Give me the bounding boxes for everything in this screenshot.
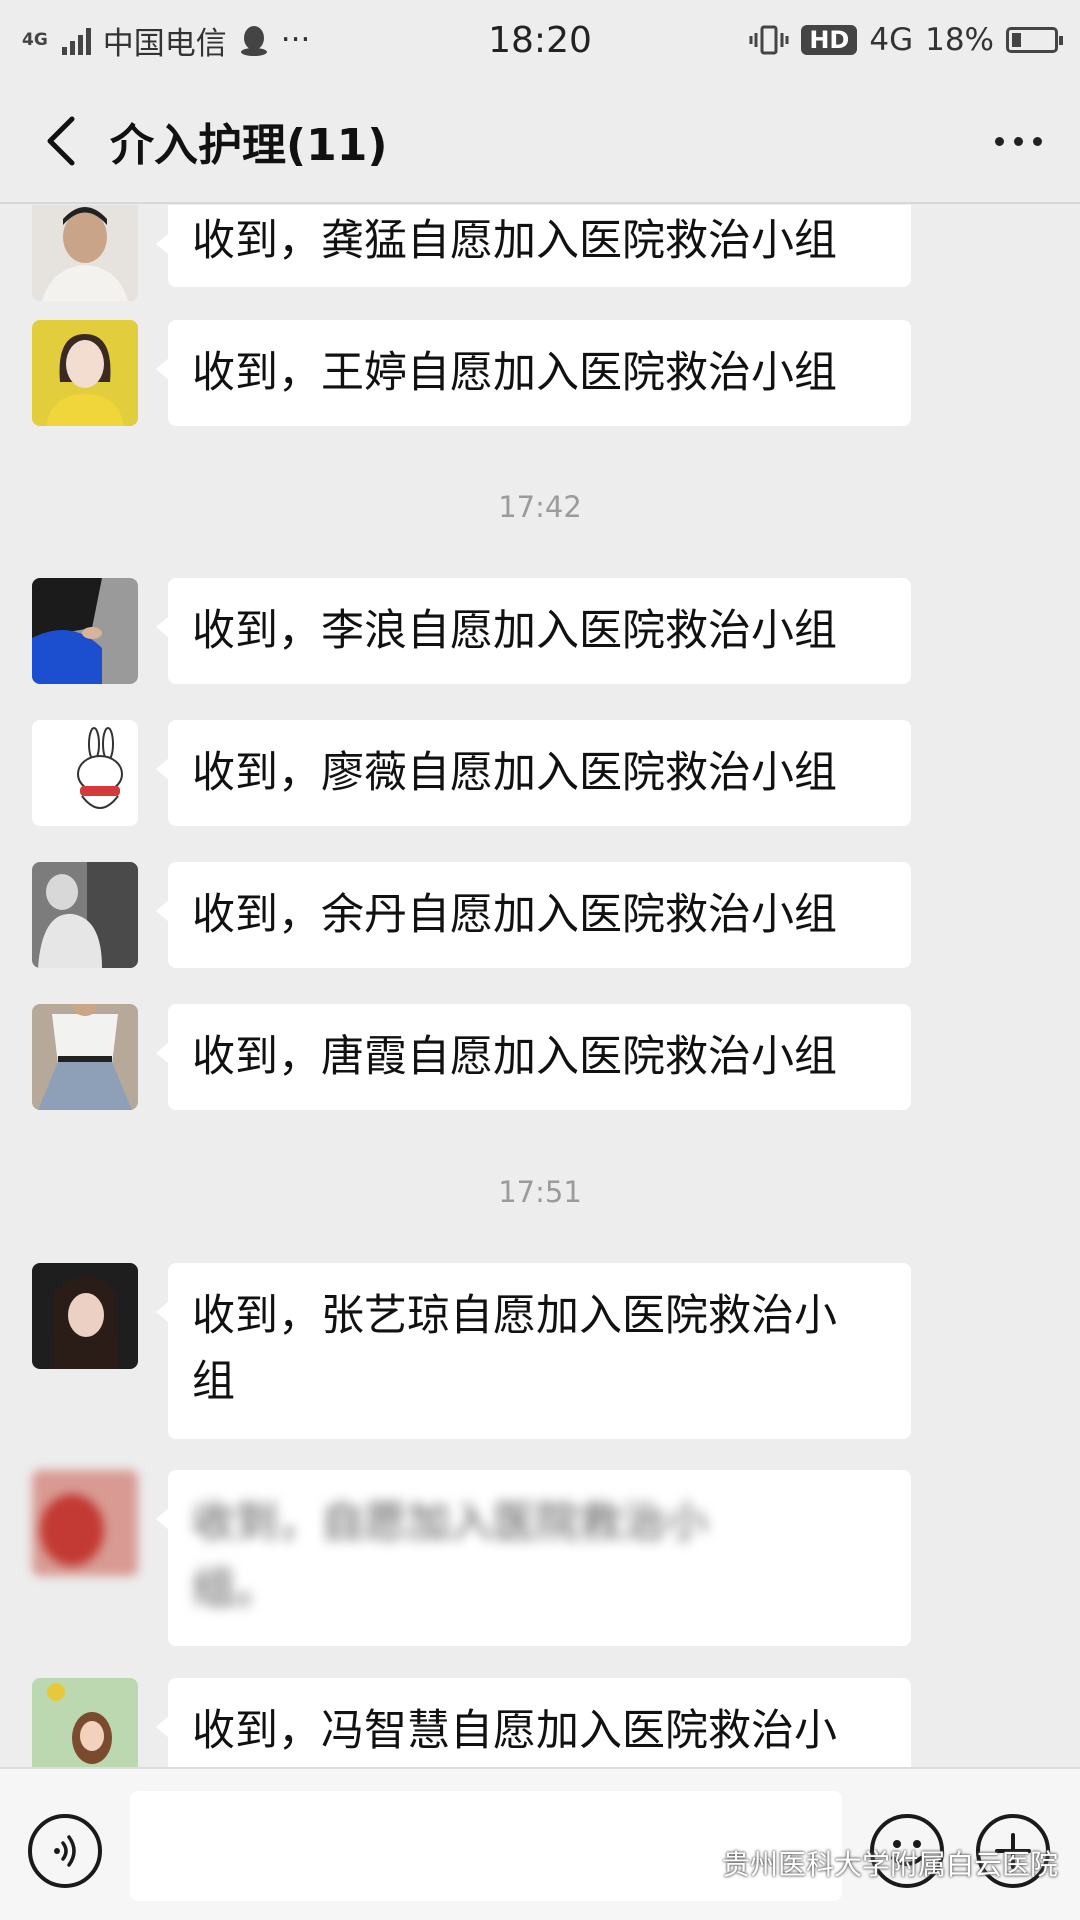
status-bar: 4G 中国电信 ··· 18:20 HD 4G 18% — [0, 0, 1080, 80]
message-bubble[interactable]: 收到，张艺琼自愿加入医院救治小 组 — [156, 1263, 911, 1439]
message-bubble[interactable]: 收到，龚猛自愿加入医院救治小组 — [156, 205, 911, 287]
signal-icon — [61, 25, 91, 55]
chat-title: 介入护理(11) — [110, 120, 388, 171]
message-text: 收到，余丹自愿加入医院救治小组 — [192, 890, 837, 940]
message-text: 收到，唐霞自愿加入医院救治小组 — [192, 1032, 837, 1082]
carrier-label: 中国电信 — [102, 25, 227, 62]
avatar[interactable] — [32, 720, 138, 826]
chat-screen: 4G 中国电信 ··· 18:20 HD 4G 18% 介入护理(11) 收到，… — [0, 0, 1080, 1920]
network-type: 4G — [869, 22, 914, 58]
message-bubble[interactable]: 收到，王婷自愿加入医院救治小组 — [156, 320, 911, 426]
message-text-line: 组。 — [192, 1564, 278, 1614]
message-text: 收到，龚猛自愿加入医院救治小组 — [192, 216, 837, 266]
avatar[interactable] — [32, 205, 138, 301]
message-bubble[interactable]: 收到，余丹自愿加入医院救治小组 — [156, 862, 911, 968]
message-text: 收到，王婷自愿加入医院救治小组 — [192, 348, 837, 398]
avatar[interactable] — [32, 862, 138, 968]
message-bubble[interactable]: 收到，冯智慧自愿加入医院救治小 — [156, 1678, 911, 1767]
message-text-line: 收到，自愿加入医院救治小 — [192, 1498, 708, 1548]
message-text: 收到，廖薇自愿加入医院救治小组 — [192, 748, 837, 798]
watermark: 贵州医科大学附属白云医院 — [674, 1843, 1058, 1883]
hd-badge: HD — [801, 25, 858, 55]
message-bubble[interactable]: 收到，李浪自愿加入医院救治小组 — [156, 578, 911, 684]
message-text-line: 收到，张艺琼自愿加入医院救治小 — [192, 1291, 837, 1341]
avatar[interactable] — [32, 1004, 138, 1110]
network-type-small: 4G — [22, 30, 48, 50]
message-list[interactable]: 收到，龚猛自愿加入医院救治小组 收到，王婷自愿加入医院救治小组 17:42 收到… — [0, 205, 1080, 1767]
message-text-line: 组 — [192, 1357, 235, 1407]
message-bubble[interactable]: 收到，廖薇自愿加入医院救治小组 — [156, 720, 911, 826]
input-bar: 贵州医科大学附属白云医院 — [0, 1767, 1080, 1920]
avatar[interactable] — [32, 1678, 138, 1767]
chat-header: 介入护理(11) — [0, 80, 1080, 204]
battery-icon — [1006, 27, 1063, 53]
avatar[interactable] — [32, 1263, 138, 1369]
message-text: 收到，李浪自愿加入医院救治小组 — [192, 606, 837, 656]
wechat-icon — [674, 1848, 711, 1877]
avatar[interactable] — [32, 578, 138, 684]
more-notifications: ··· — [280, 22, 311, 58]
voice-icon — [54, 1835, 76, 1867]
message-bubble[interactable]: 收到，自愿加入医院救治小 组。 — [156, 1470, 911, 1646]
vibrate-icon — [749, 25, 789, 55]
avatar[interactable] — [32, 1470, 138, 1576]
back-icon[interactable] — [26, 105, 98, 177]
message-bubble[interactable]: 收到，唐霞自愿加入医院救治小组 — [156, 1004, 911, 1110]
voice-input-button[interactable] — [28, 1814, 102, 1888]
avatar[interactable] — [32, 320, 138, 426]
timestamp: 17:51 — [498, 1175, 582, 1209]
timestamp: 17:42 — [498, 490, 582, 524]
watermark-text: 贵州医科大学附属白云医院 — [721, 1848, 1058, 1881]
more-options-icon[interactable] — [978, 111, 1058, 171]
battery-level: 18% — [925, 22, 994, 58]
penguin-notification-icon — [240, 26, 267, 56]
message-text: 收到，冯智慧自愿加入医院救治小 — [192, 1706, 837, 1756]
